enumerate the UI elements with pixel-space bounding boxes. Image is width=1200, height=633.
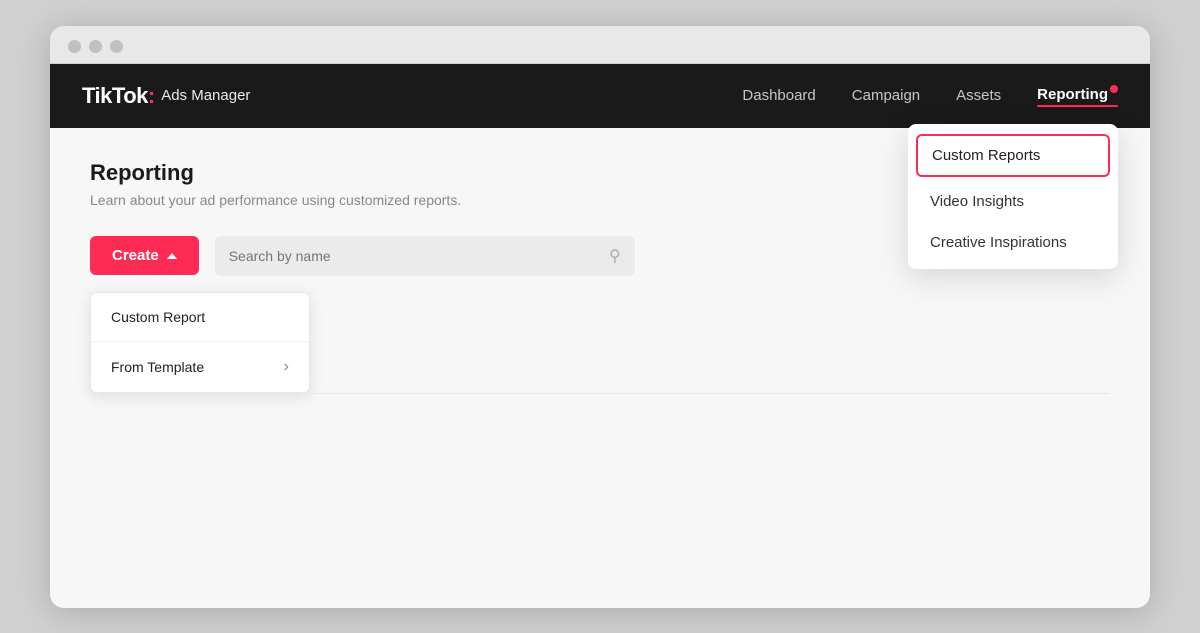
nav-links: Dashboard Campaign Assets Reporting (742, 81, 1118, 111)
browser-dot-3 (110, 40, 123, 53)
reporting-dropdown: Custom Reports Video Insights Creative I… (908, 124, 1118, 269)
search-icon: ⚲ (609, 246, 621, 266)
chevron-up-icon (167, 253, 177, 259)
logo-ads-manager: Ads Manager (161, 87, 250, 104)
create-dropdown: Custom Report From Template › (90, 292, 310, 393)
browser-dot-1 (68, 40, 81, 53)
logo-colon: : (148, 83, 155, 109)
create-dropdown-item-from-template[interactable]: From Template › (91, 342, 309, 392)
nav-link-reporting[interactable]: Reporting (1037, 81, 1118, 111)
dropdown-item-creative-inspirations[interactable]: Creative Inspirations (908, 222, 1118, 263)
arrow-right-icon: › (284, 358, 289, 376)
logo-area: TikTok : Ads Manager (82, 83, 250, 109)
search-box: ⚲ (215, 236, 635, 276)
browser-dot-2 (89, 40, 102, 53)
divider-line (90, 393, 1110, 394)
create-dropdown-label-custom-report: Custom Report (111, 309, 205, 325)
browser-window: TikTok : Ads Manager Dashboard Campaign … (50, 26, 1150, 608)
create-dropdown-item-custom-report[interactable]: Custom Report (91, 293, 309, 342)
nav-link-assets[interactable]: Assets (956, 83, 1001, 108)
nav-link-dashboard[interactable]: Dashboard (742, 83, 815, 108)
dropdown-item-video-insights[interactable]: Video Insights (908, 181, 1118, 222)
search-input[interactable] (229, 248, 599, 264)
create-dropdown-label-from-template: From Template (111, 359, 204, 375)
navbar: TikTok : Ads Manager Dashboard Campaign … (50, 64, 1150, 128)
browser-chrome (50, 26, 1150, 64)
logo-tiktok: TikTok (82, 83, 148, 109)
create-button-label: Create (112, 247, 159, 264)
create-button[interactable]: Create (90, 236, 199, 275)
dropdown-item-custom-reports[interactable]: Custom Reports (916, 134, 1110, 177)
reporting-dot (1110, 85, 1118, 93)
nav-link-campaign[interactable]: Campaign (852, 83, 920, 108)
